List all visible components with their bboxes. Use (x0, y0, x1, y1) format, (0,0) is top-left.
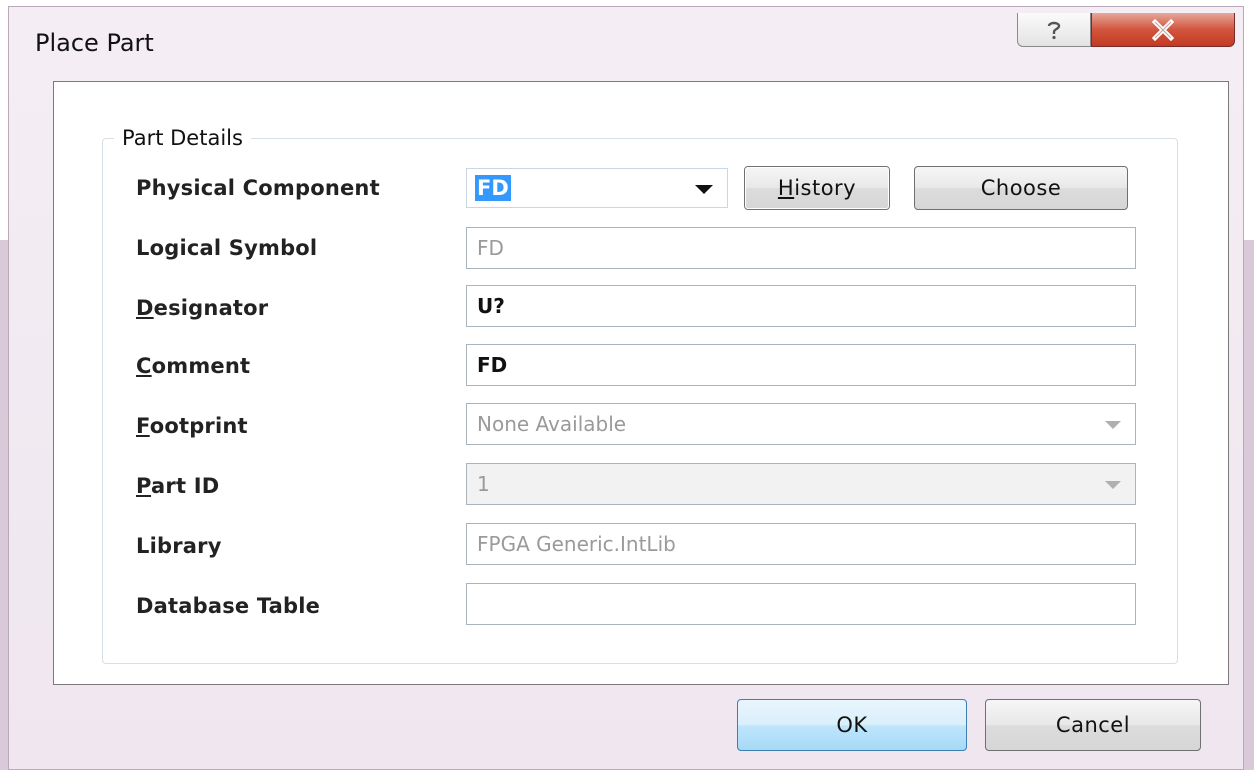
close-x-icon (1151, 18, 1175, 41)
physical-component-combo[interactable]: FD (466, 168, 728, 208)
cancel-button[interactable]: Cancel (985, 699, 1201, 751)
comment-label: Comment (136, 354, 251, 378)
database-table-label: Database Table (136, 594, 321, 618)
part-id-label: Part ID (136, 474, 220, 498)
dropdown-arrow-icon (1105, 421, 1121, 429)
ok-button[interactable]: OK (737, 699, 967, 751)
library-label: Library (136, 534, 222, 558)
history-button[interactable]: History (744, 166, 890, 210)
footprint-select: None Available (466, 403, 1136, 445)
footprint-label: Footprint (136, 414, 248, 438)
dropdown-arrow-icon (1105, 481, 1121, 489)
comment-input[interactable]: FD (466, 344, 1136, 386)
database-table-field (466, 583, 1136, 625)
part-id-select: 1 (466, 463, 1136, 505)
dropdown-arrow-icon[interactable] (695, 185, 713, 194)
help-button[interactable] (1017, 13, 1091, 47)
physical-component-value: FD (475, 175, 511, 201)
place-part-dialog: Place Part Part Details Physical Compone… (8, 6, 1244, 770)
library-field: FPGA Generic.IntLib (466, 523, 1136, 565)
dialog-content-panel: Part Details Physical Component FD Histo… (53, 81, 1229, 685)
desktop-background-right (1244, 240, 1254, 770)
designator-label: Designator (136, 296, 269, 320)
designator-input[interactable]: U? (466, 285, 1136, 327)
choose-button[interactable]: Choose (914, 166, 1128, 210)
physical-component-label: Physical Component (136, 176, 380, 200)
part-details-legend: Part Details (114, 126, 251, 150)
footprint-value: None Available (477, 412, 627, 436)
close-button[interactable] (1091, 13, 1235, 47)
logical-symbol-label: Logical Symbol (136, 236, 318, 260)
dialog-title: Place Part (35, 29, 154, 57)
part-id-value: 1 (477, 472, 490, 496)
logical-symbol-field: FD (466, 227, 1136, 269)
question-mark-icon (1047, 21, 1061, 39)
